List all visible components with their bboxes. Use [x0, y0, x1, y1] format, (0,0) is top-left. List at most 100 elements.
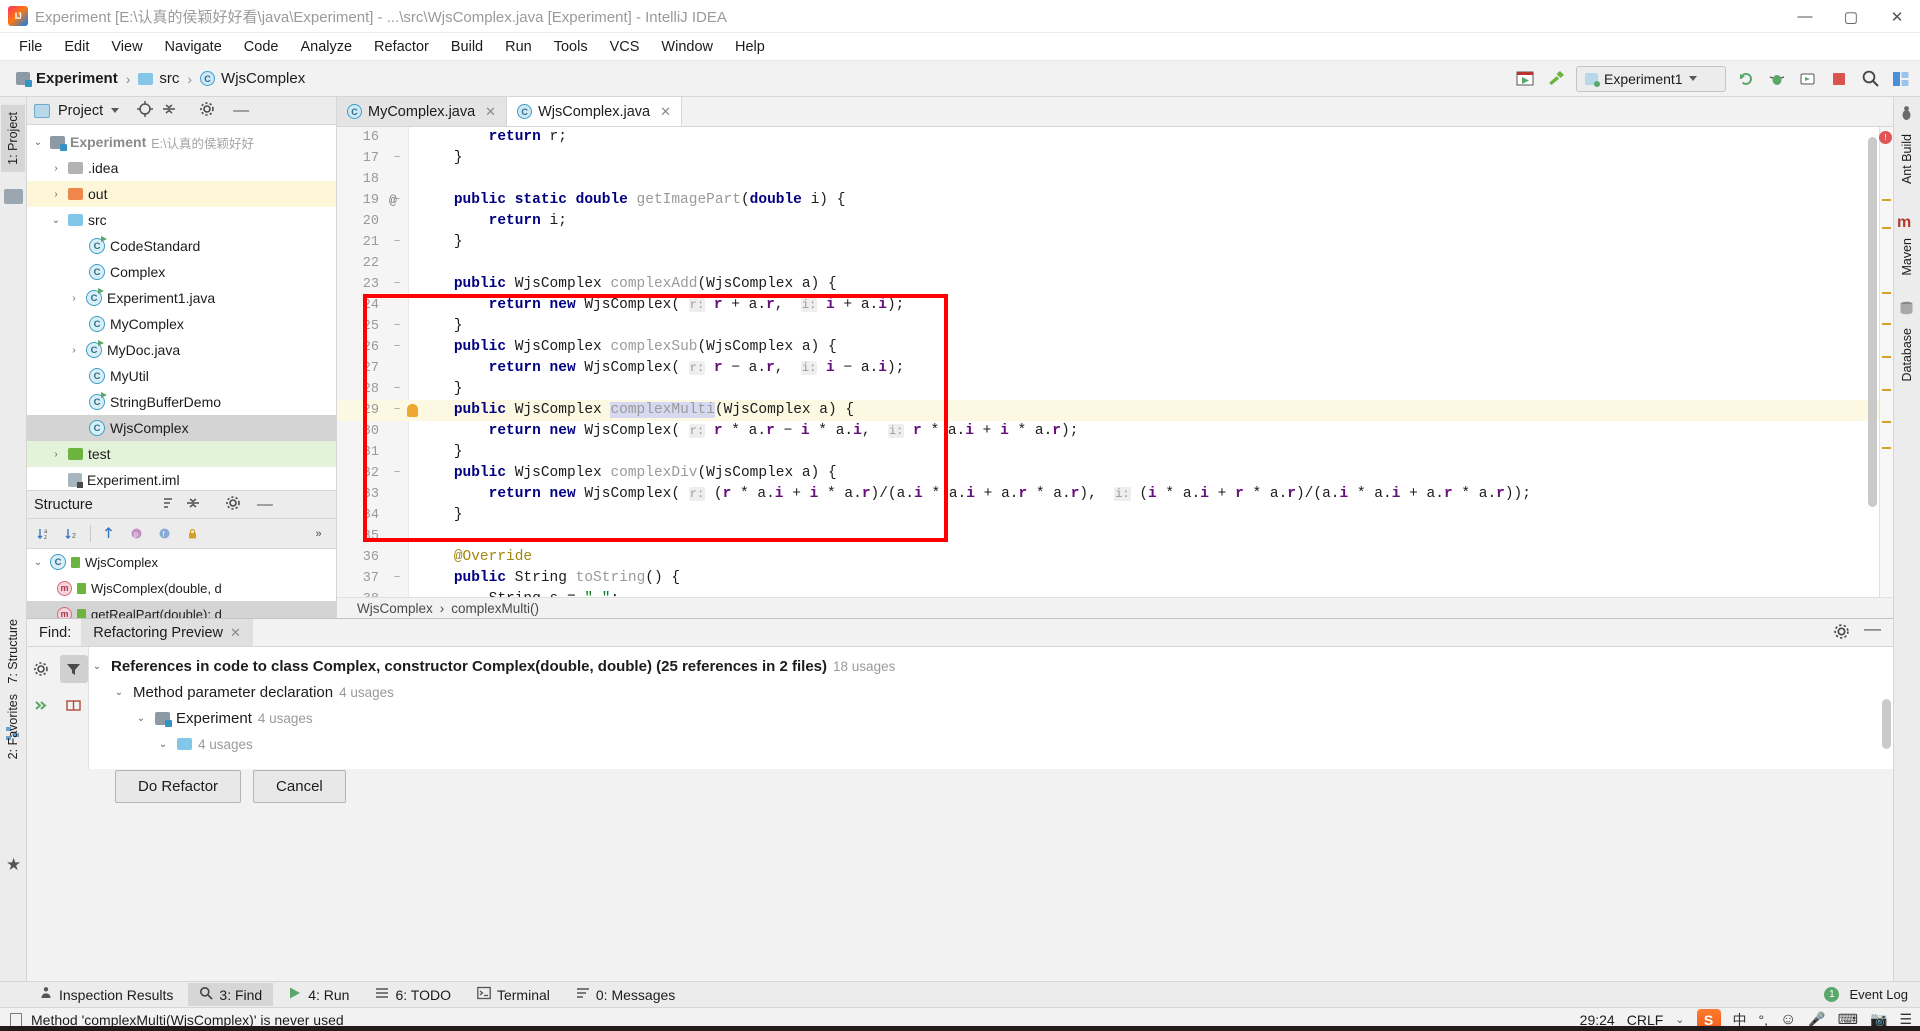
maximize-button[interactable]: ▢: [1828, 0, 1874, 33]
stop-icon[interactable]: [1828, 68, 1850, 90]
attach-profiler-icon[interactable]: [1797, 68, 1819, 90]
tree-item-idea[interactable]: › .idea: [27, 155, 336, 181]
code-editor[interactable]: 16 return r; 17− } 18 19 @ − public static do…: [337, 127, 1893, 597]
tree-item-experiment[interactable]: ⌄ Experiment E:\认真的侯颖好好: [27, 129, 336, 155]
tool-button-find[interactable]: 3: Find: [188, 983, 274, 1006]
fold-marker[interactable]: [385, 211, 409, 232]
chevron-down-icon[interactable]: ⌄: [111, 687, 127, 698]
do-refactor-button[interactable]: Do Refactor: [115, 770, 242, 803]
tree-item-codestandard[interactable]: C CodeStandard: [27, 233, 336, 259]
fold-marker[interactable]: [385, 442, 409, 463]
find-result-root[interactable]: ⌄ References in code to class Complex, c…: [89, 653, 1879, 679]
fold-marker[interactable]: [385, 484, 409, 505]
hide-icon[interactable]: —: [233, 102, 249, 120]
chevron-right-icon[interactable]: ›: [67, 293, 81, 304]
build-hammer-icon[interactable]: [1545, 68, 1567, 90]
find-result-group[interactable]: ⌄ Method parameter declaration 4 usages: [89, 679, 1879, 705]
code-line[interactable]: 19 @ − public static double getImagePart(d…: [337, 190, 1893, 211]
breadcrumb-project[interactable]: Experiment: [10, 68, 124, 89]
menu-code[interactable]: Code: [233, 36, 290, 58]
find-scrollbar[interactable]: [1882, 699, 1891, 749]
close-button[interactable]: ✕: [1874, 0, 1920, 33]
chevron-down-icon[interactable]: ⌄: [155, 739, 171, 750]
menu-window[interactable]: Window: [650, 36, 724, 58]
tool-button-messages[interactable]: 0: Messages: [565, 983, 686, 1006]
warning-marker[interactable]: [1882, 389, 1891, 391]
collapse-all-icon[interactable]: [161, 101, 177, 120]
chevron-down-icon[interactable]: ⌄: [31, 137, 45, 148]
code-line[interactable]: 29− public WjsComplex complexMulti(WjsCo…: [337, 400, 1893, 421]
breadcrumb-method-name[interactable]: complexMulti(): [451, 601, 539, 616]
fold-marker[interactable]: −: [385, 190, 409, 211]
chevron-right-icon[interactable]: ›: [49, 449, 63, 460]
code-line[interactable]: 26− public WjsComplex complexSub(WjsComp…: [337, 337, 1893, 358]
close-icon[interactable]: ✕: [660, 104, 671, 120]
find-result-module[interactable]: ⌄ Experiment 4 usages: [89, 705, 1879, 731]
more-icon[interactable]: »: [308, 523, 329, 544]
structure-tree[interactable]: ⌄ C WjsComplex m WjsComplex(double, d m …: [27, 549, 336, 627]
tab-refactoring-preview[interactable]: Refactoring Preview ✕: [81, 619, 253, 646]
gear-icon[interactable]: [225, 495, 241, 514]
fold-marker[interactable]: −: [385, 148, 409, 169]
project-tree[interactable]: ⌄ Experiment E:\认真的侯颖好好 › .idea › out ⌄ …: [27, 125, 336, 493]
editor-scrollbar[interactable]: [1868, 137, 1877, 507]
menu-edit[interactable]: Edit: [53, 36, 100, 58]
chevron-down-icon[interactable]: ⌄: [49, 215, 63, 226]
code-content[interactable]: 16 return r; 17− } 18 19 @ − public static do…: [337, 127, 1893, 597]
tree-item-stringbufferdemo[interactable]: C StringBufferDemo: [27, 389, 336, 415]
fold-marker[interactable]: [385, 358, 409, 379]
fold-marker[interactable]: [385, 505, 409, 526]
fold-marker[interactable]: −: [385, 337, 409, 358]
sort-alpha-icon[interactable]: [161, 495, 177, 514]
find-result-folder[interactable]: ⌄ 4 usages: [89, 731, 1879, 757]
tool-tab-project[interactable]: 1: Project: [1, 105, 25, 172]
code-line[interactable]: 31 }: [337, 442, 1893, 463]
tool-button-terminal[interactable]: Terminal: [466, 983, 561, 1006]
chevron-down-icon[interactable]: [111, 108, 120, 113]
code-line[interactable]: 21− }: [337, 232, 1893, 253]
gear-icon[interactable]: [27, 655, 55, 683]
rerun-icon[interactable]: [1735, 68, 1757, 90]
fold-marker[interactable]: −: [385, 400, 409, 421]
tab-mycomplex-java[interactable]: C MyComplex.java ✕: [337, 97, 508, 126]
group-icon[interactable]: [60, 691, 88, 719]
menu-run[interactable]: Run: [494, 36, 543, 58]
chevron-right-icon[interactable]: ›: [67, 345, 81, 356]
find-results-tree[interactable]: ⌄ References in code to class Complex, c…: [89, 647, 1879, 769]
fold-marker[interactable]: [385, 169, 409, 190]
tree-item-wjscomplex[interactable]: C WjsComplex: [27, 415, 336, 441]
target-icon[interactable]: [137, 101, 154, 120]
warning-marker[interactable]: [1882, 421, 1891, 423]
tree-item-mycomplex[interactable]: C MyComplex: [27, 311, 336, 337]
tool-button-run[interactable]: 4: Run: [277, 983, 360, 1006]
code-line[interactable]: 18: [337, 169, 1893, 190]
sort-by-visibility-icon[interactable]: 2: [62, 523, 83, 544]
code-line[interactable]: 22: [337, 253, 1893, 274]
code-line[interactable]: 24 return new WjsComplex( r: r + a.r, i:…: [337, 295, 1893, 316]
structure-item-wjscomplex[interactable]: ⌄ C WjsComplex: [27, 549, 336, 575]
warning-marker[interactable]: [1882, 447, 1891, 449]
show-inherited-icon[interactable]: [98, 523, 119, 544]
tool-tab-database[interactable]: Database: [1895, 321, 1919, 389]
close-icon[interactable]: ✕: [485, 104, 496, 120]
collapse-all-icon[interactable]: [185, 495, 201, 514]
gear-icon[interactable]: [199, 101, 215, 120]
menu-analyze[interactable]: Analyze: [289, 36, 363, 58]
fold-marker[interactable]: [385, 295, 409, 316]
fold-marker[interactable]: −: [385, 232, 409, 253]
code-line[interactable]: 36 @Override: [337, 547, 1893, 568]
warning-marker[interactable]: [1882, 199, 1891, 201]
warning-marker[interactable]: [1882, 323, 1891, 325]
chevron-down-icon[interactable]: ⌄: [89, 661, 105, 672]
fold-marker[interactable]: −: [385, 379, 409, 400]
event-log-label[interactable]: Event Log: [1849, 987, 1908, 1002]
fold-marker[interactable]: −: [385, 274, 409, 295]
minimize-button[interactable]: —: [1782, 0, 1828, 33]
code-line[interactable]: 35: [337, 526, 1893, 547]
code-line[interactable]: 37− public String toString() {: [337, 568, 1893, 589]
code-line[interactable]: 23− public WjsComplex complexAdd(WjsComp…: [337, 274, 1893, 295]
breadcrumb-src[interactable]: src: [132, 68, 185, 89]
menu-file[interactable]: File: [8, 36, 53, 58]
breadcrumb-class-name[interactable]: WjsComplex: [357, 601, 433, 616]
cancel-button[interactable]: Cancel: [253, 770, 346, 803]
